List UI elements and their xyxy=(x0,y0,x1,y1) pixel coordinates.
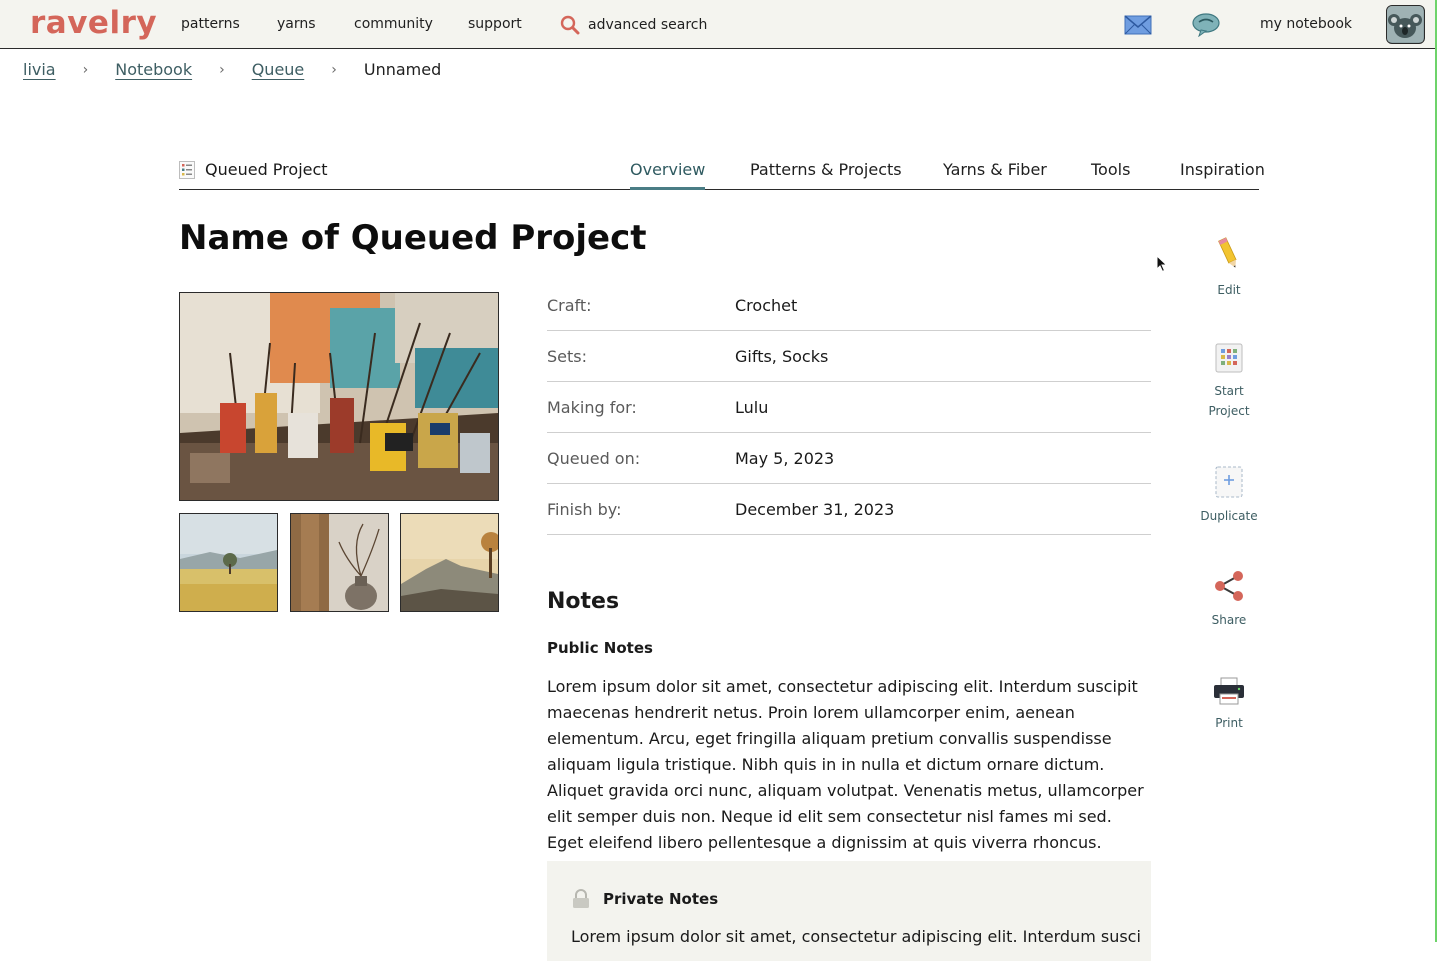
project-details: Craft: Crochet Sets: Gifts, Socks Making… xyxy=(547,280,1151,535)
detail-row-sets: Sets: Gifts, Socks xyxy=(547,331,1151,382)
duplicate-button[interactable]: Duplicate xyxy=(1194,466,1264,526)
breadcrumb-separator: › xyxy=(219,61,225,78)
notes-heading: Notes xyxy=(547,589,620,614)
top-navigation: ravelry patterns yarns community support… xyxy=(0,0,1435,49)
nav-support[interactable]: support xyxy=(468,16,522,32)
detail-value: Crochet xyxy=(735,296,798,315)
detail-row-finish-by: Finish by: December 31, 2023 xyxy=(547,484,1151,535)
start-project-label-line1: Start xyxy=(1214,384,1244,398)
detail-value: Gifts, Socks xyxy=(735,347,829,366)
thumbnail-3[interactable] xyxy=(400,513,499,612)
pencil-icon xyxy=(1218,237,1237,268)
detail-value: Lulu xyxy=(735,398,769,417)
edit-label: Edit xyxy=(1217,283,1241,297)
mail-icon[interactable] xyxy=(1124,15,1152,35)
private-notes-heading: Private Notes xyxy=(603,890,719,908)
detail-label: Finish by: xyxy=(547,500,622,519)
queue-list-icon xyxy=(179,160,195,179)
detail-row-queued-on: Queued on: May 5, 2023 xyxy=(547,433,1151,484)
detail-value: May 5, 2023 xyxy=(735,449,835,468)
print-button[interactable]: Print xyxy=(1194,677,1264,733)
mountain-landscape-image xyxy=(401,514,498,611)
thumbnail-1[interactable] xyxy=(179,513,278,612)
paint-brushes-image xyxy=(180,293,498,500)
tab-inspiration[interactable]: Inspiration xyxy=(1180,160,1265,179)
duplicate-label: Duplicate xyxy=(1200,509,1258,523)
private-notes-panel: Private Notes Lorem ipsum dolor sit amet… xyxy=(547,861,1151,961)
project-type-text: Queued Project xyxy=(205,160,328,179)
detail-label: Craft: xyxy=(547,296,592,315)
private-notes-text: Lorem ipsum dolor sit amet, consectetur … xyxy=(571,927,1141,946)
printer-icon xyxy=(1214,677,1244,705)
start-project-label-line2: Project xyxy=(1208,404,1250,418)
detail-label: Making for: xyxy=(547,398,637,417)
start-project-label: Start Project xyxy=(1194,381,1264,421)
detail-row-craft: Craft: Crochet xyxy=(547,280,1151,331)
public-notes-heading: Public Notes xyxy=(547,639,653,657)
breadcrumb-queue[interactable]: Queue xyxy=(252,60,305,79)
my-notebook-link[interactable]: my notebook xyxy=(1260,16,1352,32)
tab-patterns-projects[interactable]: Patterns & Projects xyxy=(750,160,902,179)
mouse-cursor-icon xyxy=(1156,255,1168,273)
detail-label: Sets: xyxy=(547,347,587,366)
detail-label: Queued on: xyxy=(547,449,641,468)
share-label: Share xyxy=(1211,613,1247,627)
tab-overview[interactable]: Overview xyxy=(630,160,706,190)
main-project-photo[interactable] xyxy=(179,292,499,501)
nav-yarns[interactable]: yarns xyxy=(277,16,316,32)
breadcrumb-separator: › xyxy=(331,61,337,78)
share-button[interactable]: Share xyxy=(1194,570,1264,630)
public-notes-text: Lorem ipsum dolor sit amet, consectetur … xyxy=(547,677,1144,878)
lock-icon xyxy=(573,889,589,908)
landscape-field-image xyxy=(180,514,277,611)
advanced-search-link[interactable]: advanced search xyxy=(560,15,707,35)
duplicate-icon xyxy=(1215,466,1243,498)
breadcrumb-notebook[interactable]: Notebook xyxy=(115,60,192,79)
nav-patterns[interactable]: patterns xyxy=(181,16,240,32)
koala-avatar-icon xyxy=(1387,6,1423,42)
thumbnail-2[interactable] xyxy=(290,513,389,612)
breadcrumb-separator: › xyxy=(82,61,89,78)
edit-button[interactable]: Edit xyxy=(1194,236,1264,300)
detail-value: December 31, 2023 xyxy=(735,500,895,519)
project-header: Queued Project Overview Patterns & Proje… xyxy=(179,150,1265,190)
tab-yarns-fiber[interactable]: Yarns & Fiber xyxy=(943,160,1047,179)
breadcrumb-current: Unnamed xyxy=(363,60,442,79)
advanced-search-label: advanced search xyxy=(588,17,708,33)
tab-tools[interactable]: Tools xyxy=(1091,160,1130,179)
start-project-button[interactable]: Start Project xyxy=(1194,343,1264,421)
chat-bubble-icon[interactable] xyxy=(1192,13,1220,37)
nav-community[interactable]: community xyxy=(354,16,433,32)
detail-row-making-for: Making for: Lulu xyxy=(547,382,1151,433)
print-label: Print xyxy=(1215,716,1243,730)
project-grid-icon xyxy=(1215,343,1243,373)
private-notes-header: Private Notes xyxy=(571,889,718,909)
breadcrumb: livia › Notebook › Queue › Unnamed xyxy=(23,60,441,79)
project-type-label: Queued Project xyxy=(179,160,328,179)
ravelry-logo[interactable]: ravelry xyxy=(30,5,157,41)
breadcrumb-user[interactable]: livia xyxy=(23,60,56,79)
page-title: Name of Queued Project xyxy=(179,218,647,258)
search-icon xyxy=(560,15,580,35)
user-avatar[interactable] xyxy=(1386,5,1425,44)
share-icon xyxy=(1215,571,1243,601)
vase-branches-image xyxy=(291,514,388,611)
